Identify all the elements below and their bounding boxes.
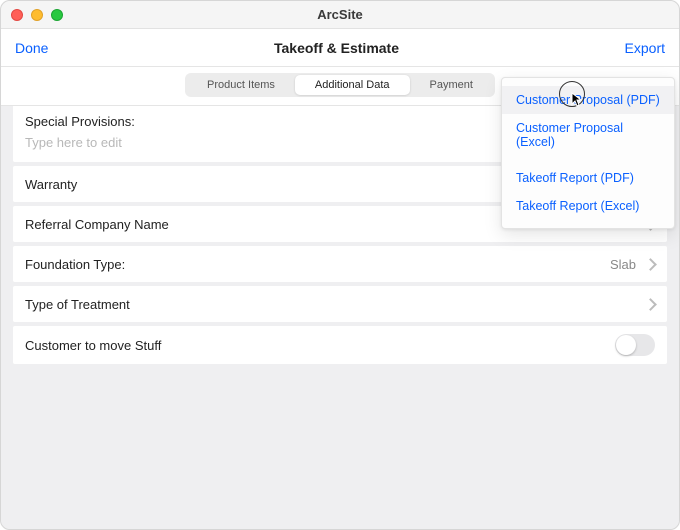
tab-payment[interactable]: Payment <box>410 75 493 95</box>
chevron-right-icon <box>644 258 657 271</box>
page-title: Takeoff & Estimate <box>274 40 399 56</box>
done-button[interactable]: Done <box>15 40 48 56</box>
move-stuff-label: Customer to move Stuff <box>25 338 161 353</box>
tab-product-items[interactable]: Product Items <box>187 75 295 95</box>
move-stuff-toggle[interactable] <box>615 334 655 356</box>
referral-label: Referral Company Name <box>25 217 169 232</box>
export-takeoff-report-pdf[interactable]: Takeoff Report (PDF) <box>502 164 674 192</box>
fullscreen-icon[interactable] <box>51 9 63 21</box>
field-move-stuff: Customer to move Stuff <box>13 326 667 364</box>
warranty-label: Warranty <box>25 177 77 192</box>
chevron-right-icon <box>644 298 657 311</box>
foundation-label: Foundation Type: <box>25 257 125 272</box>
field-treatment-type[interactable]: Type of Treatment <box>13 286 667 322</box>
export-customer-proposal-pdf[interactable]: Customer Proposal (PDF) <box>502 86 674 114</box>
titlebar: ArcSite <box>1 1 679 29</box>
foundation-value: Slab <box>610 257 636 272</box>
close-icon[interactable] <box>11 9 23 21</box>
tab-additional-data[interactable]: Additional Data <box>295 75 410 95</box>
segmented-control: Product Items Additional Data Payment <box>185 73 495 97</box>
menu-divider <box>502 156 674 164</box>
treatment-label: Type of Treatment <box>25 297 130 312</box>
export-takeoff-report-excel[interactable]: Takeoff Report (Excel) <box>502 192 674 220</box>
toolbar: Done Takeoff & Estimate Export <box>1 29 679 67</box>
field-foundation-type[interactable]: Foundation Type: Slab <box>13 246 667 282</box>
app-title: ArcSite <box>11 7 669 22</box>
window-controls <box>11 9 63 21</box>
app-window: ArcSite Done Takeoff & Estimate Export P… <box>0 0 680 530</box>
minimize-icon[interactable] <box>31 9 43 21</box>
export-customer-proposal-excel[interactable]: Customer Proposal (Excel) <box>502 114 674 156</box>
toggle-knob <box>616 335 636 355</box>
export-button[interactable]: Export <box>625 40 665 56</box>
export-menu: Customer Proposal (PDF) Customer Proposa… <box>501 77 675 229</box>
